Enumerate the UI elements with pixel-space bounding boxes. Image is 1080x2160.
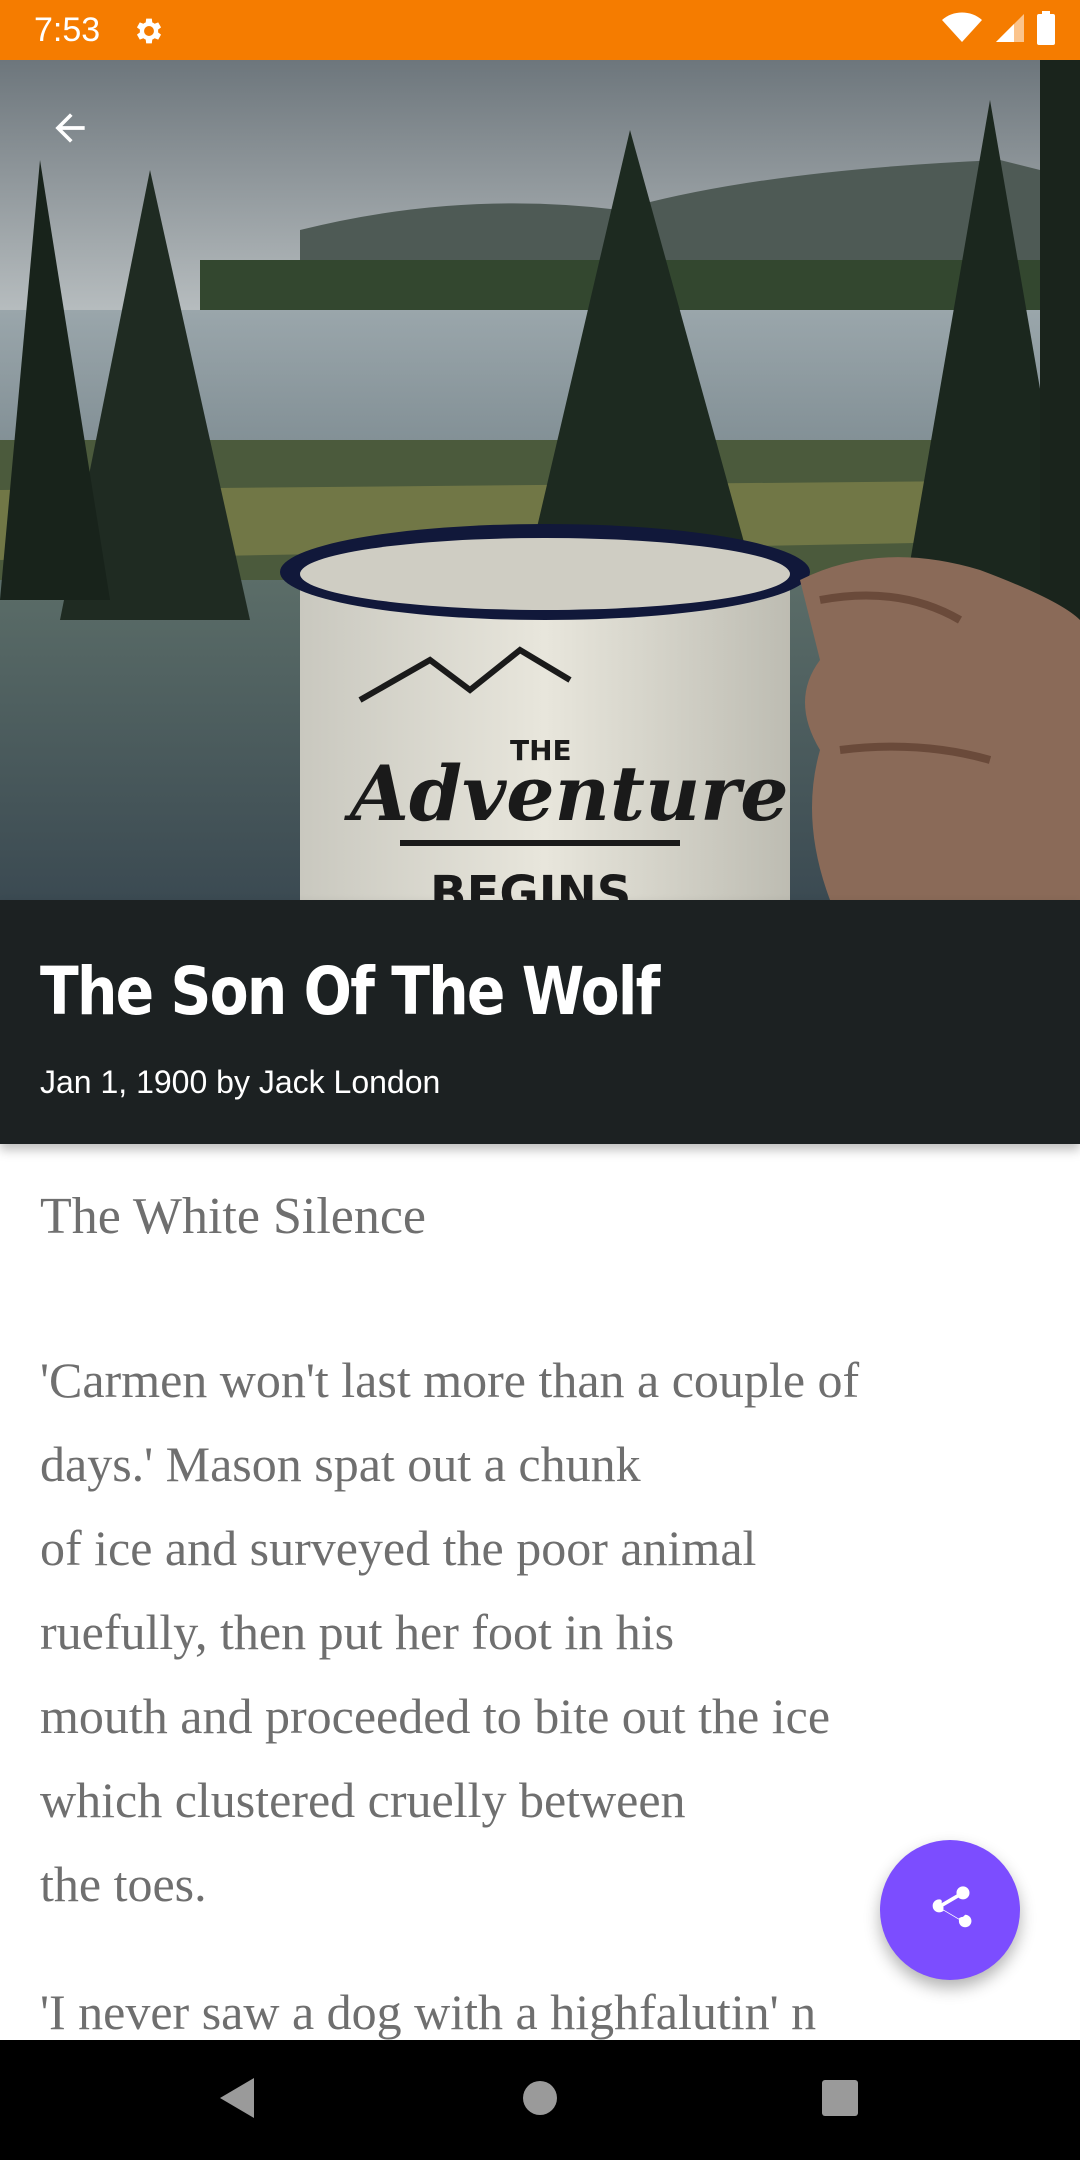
nav-back-button[interactable] <box>198 2060 278 2140</box>
status-time: 7:53 <box>34 11 101 49</box>
nav-recents-button[interactable] <box>800 2060 880 2140</box>
share-button[interactable] <box>880 1840 1020 1980</box>
nav-back-icon <box>218 2076 258 2125</box>
share-icon <box>924 1882 976 1939</box>
status-icons <box>942 10 1056 50</box>
article-title: The Son Of The Wolf <box>40 953 660 1030</box>
navigation-bar <box>0 2040 1080 2160</box>
chapter-heading: The White Silence <box>40 1188 427 1245</box>
mug-text-script: Adventure <box>344 749 789 838</box>
back-button[interactable] <box>36 96 104 164</box>
mug-text-bottom: BEGINS <box>430 866 631 900</box>
paragraph: 'Carmen won't last more than a couple of… <box>40 1352 860 1912</box>
nav-recents-icon <box>820 2078 860 2123</box>
nav-home-button[interactable] <box>500 2060 580 2140</box>
article-byline: Jan 1, 1900 by Jack London <box>40 1064 441 1100</box>
gear-icon <box>132 14 166 48</box>
cell-signal-icon <box>994 12 1024 49</box>
battery-icon <box>1036 10 1056 50</box>
status-bar: 7:53 <box>0 0 1080 60</box>
nav-home-icon <box>520 2078 560 2123</box>
arrow-back-icon <box>48 106 92 155</box>
wifi-icon <box>942 12 982 49</box>
paragraph-partial: 'I never saw a dog with a highfalutin' n <box>40 1984 817 2040</box>
hero-image: THE Adventure BEGINS <box>0 60 1080 900</box>
